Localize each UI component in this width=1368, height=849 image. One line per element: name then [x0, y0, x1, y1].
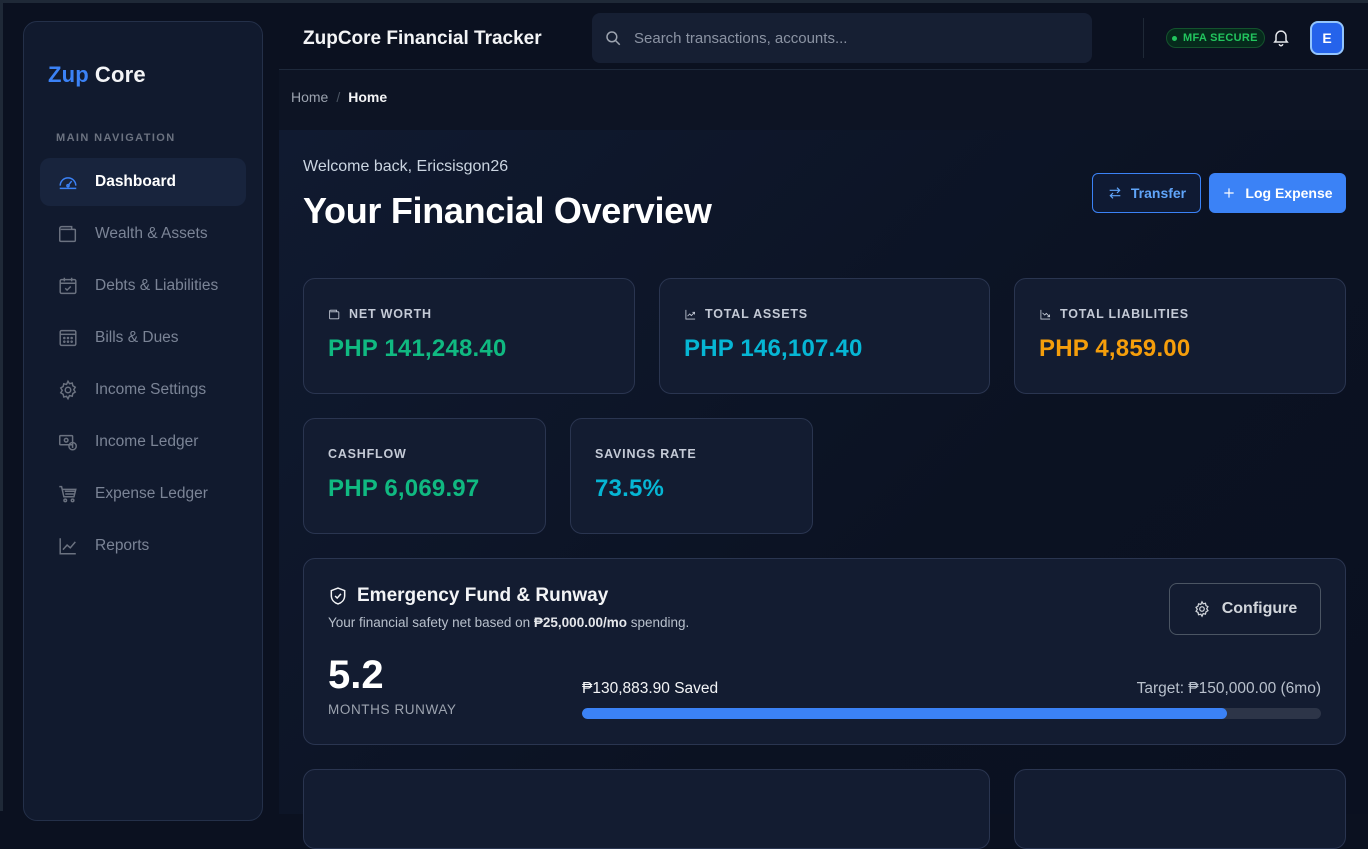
main-navigation: Dashboard Wealth & Assets Debts & Liabil… [40, 158, 246, 574]
transfer-button-label: Transfer [1130, 185, 1187, 201]
app-window: Zup Core MAIN NAVIGATION Dashboard Wealth… [0, 0, 1368, 849]
cashflow-value: PHP 6,069.97 [328, 475, 480, 502]
main-content: Welcome back, Ericsisgon26 Your Financia… [279, 130, 1368, 849]
gauge-icon [56, 170, 80, 194]
trend-down-icon [1040, 309, 1051, 320]
app-title: ZupCore Financial Tracker [303, 28, 542, 49]
sidebar-item-label: Reports [95, 537, 150, 554]
search-input[interactable] [634, 29, 1074, 47]
emergency-fund-card: Emergency Fund & Runway Your financial s… [303, 558, 1346, 745]
sidebar-item-label: Bills & Dues [95, 329, 179, 346]
line-chart-icon [56, 534, 80, 558]
emergency-fund-subtitle: Your financial safety net based on ₱25,0… [328, 615, 689, 630]
net-worth-value: PHP 141,248.40 [328, 335, 507, 362]
net-worth-card: NET WORTH PHP 141,248.40 [303, 278, 635, 394]
gear-icon [1194, 600, 1209, 618]
sidebar-item-wealth-assets[interactable]: Wealth & Assets [40, 210, 246, 258]
breadcrumb: Home / Home [291, 89, 387, 105]
net-worth-label: NET WORTH [349, 307, 432, 321]
sidebar-item-label: Wealth & Assets [95, 225, 208, 242]
log-expense-button-label: Log Expense [1245, 185, 1333, 201]
status-dot-icon [1172, 36, 1177, 41]
welcome-message: Welcome back, Ericsisgon26 [303, 158, 509, 175]
search-icon [606, 31, 621, 46]
breadcrumb-home-link[interactable]: Home [291, 89, 328, 105]
notifications-button[interactable] [1271, 26, 1291, 48]
log-expense-button[interactable]: Log Expense [1209, 173, 1346, 213]
cashflow-label: CASHFLOW [328, 447, 407, 461]
breadcrumb-current: Home [348, 89, 388, 105]
cash-coin-icon [56, 430, 80, 454]
total-assets-label: TOTAL ASSETS [705, 307, 808, 321]
swap-arrows-icon [1109, 187, 1121, 199]
emergency-fund-subtitle-post: spending. [626, 615, 690, 630]
user-avatar[interactable]: E [1310, 21, 1344, 55]
emergency-fund-title: Emergency Fund & Runway [357, 585, 609, 606]
total-assets-value: PHP 146,107.40 [684, 335, 863, 362]
page-title: Your Financial Overview [303, 190, 712, 231]
total-liabilities-label: TOTAL LIABILITIES [1060, 307, 1189, 321]
emergency-fund-progress-bar [582, 708, 1321, 719]
cashflow-card: CASHFLOW PHP 6,069.97 [303, 418, 546, 534]
target-amount: Target: ₱150,000.00 (6mo) [1136, 680, 1321, 697]
topbar-divider [1143, 18, 1144, 58]
transfer-button[interactable]: Transfer [1092, 173, 1201, 213]
sidebar-item-income-settings[interactable]: Income Settings [40, 366, 246, 414]
emergency-fund-subtitle-pre: Your financial safety net based on [328, 615, 534, 630]
lower-right-card [1014, 769, 1346, 849]
sidebar-item-label: Dashboard [95, 173, 176, 190]
nav-heading: MAIN NAVIGATION [56, 132, 176, 144]
breadcrumb-separator: / [336, 89, 341, 105]
sidebar-item-income-ledger[interactable]: Income Ledger [40, 418, 246, 466]
mfa-status-badge: MFA SECURE [1166, 28, 1265, 48]
brand-logo-part2: Core [94, 62, 146, 87]
wallet-icon [56, 222, 80, 246]
calendar-check-icon [56, 274, 80, 298]
sidebar-item-dashboard[interactable]: Dashboard [40, 158, 246, 206]
total-liabilities-value: PHP 4,859.00 [1039, 335, 1191, 362]
trend-up-icon [685, 309, 696, 320]
lower-left-card [303, 769, 990, 849]
runway-months-label: MONTHS RUNWAY [328, 702, 457, 717]
savings-rate-label: SAVINGS RATE [595, 447, 697, 461]
monthly-spending-value: ₱25,000.00/mo [533, 615, 627, 630]
mfa-status-label: MFA SECURE [1183, 32, 1258, 44]
sidebar-item-label: Income Ledger [95, 433, 199, 450]
sidebar-item-bills-dues[interactable]: Bills & Dues [40, 314, 246, 362]
savings-rate-card: SAVINGS RATE 73.5% [570, 418, 813, 534]
plus-icon [1224, 188, 1235, 198]
progress-bar-fill [582, 708, 1227, 719]
total-assets-label-row: TOTAL ASSETS [684, 307, 808, 321]
brand-logo-part1: Zup [48, 62, 89, 87]
sidebar-item-label: Debts & Liabilities [95, 277, 219, 294]
sidebar-item-expense-ledger[interactable]: Expense Ledger [40, 470, 246, 518]
savings-rate-value: 73.5% [595, 475, 665, 502]
configure-button[interactable]: Configure [1169, 583, 1321, 635]
sidebar-item-debts-liabilities[interactable]: Debts & Liabilities [40, 262, 246, 310]
search-box[interactable] [592, 13, 1092, 63]
wallet-icon [329, 309, 340, 319]
sidebar-item-reports[interactable]: Reports [40, 522, 246, 570]
sidebar: Zup Core MAIN NAVIGATION Dashboard Wealth… [23, 21, 263, 821]
emergency-fund-title-row: Emergency Fund & Runway [328, 585, 608, 607]
top-bar: ZupCore Financial Tracker MFA SECURE E [279, 6, 1368, 70]
brand-logo[interactable]: Zup Core [48, 62, 146, 88]
saved-amount: ₱130,883.90 Saved [582, 680, 719, 697]
runway-months-value: 5.2 [328, 653, 384, 697]
net-worth-label-row: NET WORTH [328, 307, 432, 321]
configure-button-label: Configure [1221, 600, 1298, 617]
total-liabilities-card: TOTAL LIABILITIES PHP 4,859.00 [1014, 278, 1346, 394]
breadcrumb-bar: Home / Home [279, 70, 1368, 130]
cart-icon [56, 482, 80, 506]
sidebar-item-label: Income Settings [95, 381, 207, 398]
total-liabilities-label-row: TOTAL LIABILITIES [1039, 307, 1189, 321]
bell-icon [1273, 30, 1289, 47]
sidebar-item-label: Expense Ledger [95, 485, 208, 502]
gear-icon [56, 378, 80, 402]
shield-check-icon [330, 587, 346, 605]
calculator-icon [56, 326, 80, 350]
total-assets-card: TOTAL ASSETS PHP 146,107.40 [659, 278, 990, 394]
